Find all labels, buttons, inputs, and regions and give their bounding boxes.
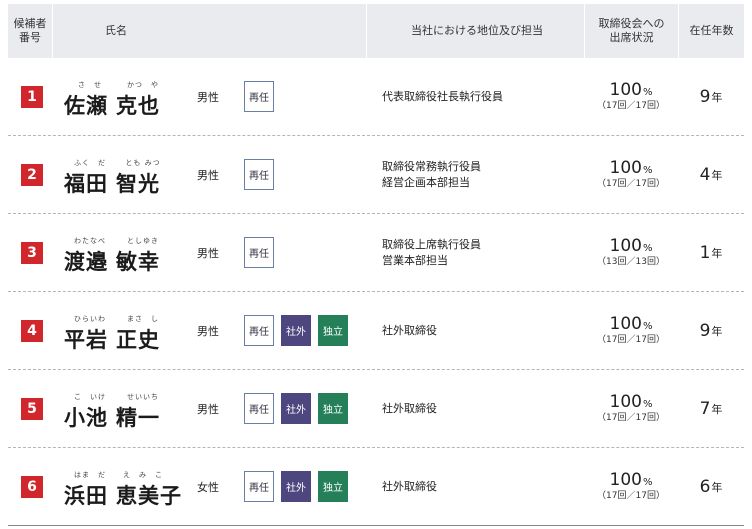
reelect-tag: 再任 [244, 471, 274, 502]
independent-tag: 独立 [318, 315, 348, 346]
outside-director-tag: 社外 [281, 315, 311, 346]
attendance-cell: 100% （17回／17回） [597, 470, 665, 501]
header-tenure: 在任年数 [678, 4, 744, 58]
attendance-cell: 100% （17回／17回） [597, 80, 665, 111]
table-row: 2 ふく だ とも みつ 福田 智光 男性 再任 取締役常務執行役員 経営企画本部… [8, 136, 744, 214]
reelect-tag: 再任 [244, 81, 274, 112]
candidates-table: 候補者 番号 氏名 当社における地位及び担当 取締役会への 出席状況 在任年数 1 … [8, 4, 744, 526]
independent-tag: 独立 [318, 471, 348, 502]
outside-director-tag: 社外 [281, 471, 311, 502]
gender: 男性 [197, 247, 219, 260]
furigana: さ せ かつ や [78, 81, 159, 89]
furigana: はま だ え み こ [74, 471, 163, 479]
reelect-tag: 再任 [244, 159, 274, 190]
tenure-cell: 4年 [699, 164, 723, 185]
candidate-number-badge: 2 [21, 163, 43, 186]
candidate-number-badge: 5 [21, 397, 43, 420]
position-cell: 代表取締役社長執行役員 [382, 89, 503, 103]
tenure-cell: 1年 [699, 242, 723, 263]
reelect-tag: 再任 [244, 393, 274, 424]
table-header: 候補者 番号 氏名 当社における地位及び担当 取締役会への 出席状況 在任年数 [8, 4, 744, 58]
attendance-cell: 100% （17回／17回） [597, 392, 665, 423]
table-row: 5 こ いけ せいいち 小池精一 男性 再任 社外 独立 社外取締役 100% [8, 370, 744, 448]
header-name: 氏名 [52, 4, 366, 58]
outside-director-tag: 社外 [281, 393, 311, 424]
position-cell: 社外取締役 [382, 479, 437, 493]
gender: 男性 [197, 91, 219, 104]
position-cell: 社外取締役 [382, 401, 437, 415]
table-row: 3 わたなべ としゆき 渡邉 敏幸 男性 再任 取締役上席執行役員 営業本部担当 … [8, 214, 744, 292]
candidate-name-cell: こ いけ せいいち 小池 精一 男性 再任 社外 独立 [52, 370, 366, 447]
table-row: 1 さ せ かつ や 佐瀬 克也 男性 再任 代表取締役社長執行役員 100% （… [8, 58, 744, 136]
candidate-name-cell: ひらいわ まさ し 平岩 正史 男性 再任 社外 独立 [52, 292, 366, 369]
candidate-name-cell: さ せ かつ や 佐瀬 克也 男性 再任 [52, 58, 366, 135]
gender: 男性 [197, 169, 219, 182]
gender: 男性 [197, 325, 219, 338]
candidate-name: 小池 精一 [64, 406, 160, 430]
gender: 女性 [197, 481, 219, 494]
candidate-name-cell: はま だ え み こ 浜田 恵美子 女性 再任 社外 独立 [52, 448, 366, 525]
candidate-number-badge: 4 [21, 319, 43, 342]
candidate-name: 浜田 恵美子 [64, 484, 182, 508]
candidate-number-badge: 3 [21, 241, 43, 264]
header-candidate-number: 候補者 番号 [13, 16, 47, 44]
furigana: こ いけ せいいち [74, 393, 159, 401]
independent-tag: 独立 [318, 393, 348, 424]
table-row: 6 はま だ え み こ 浜田恵美子 女性 再任 社外 独立 社外取締役 10 [8, 448, 744, 526]
candidate-name: 渡邉 敏幸 [64, 250, 160, 274]
position-cell: 取締役常務執行役員 経営企画本部担当 [382, 159, 481, 189]
header-position: 当社における地位及び担当 [366, 4, 584, 58]
table-row: 4 ひらいわ まさ し 平岩正史 男性 再任 社外 独立 社外取締役 100% [8, 292, 744, 370]
gender: 男性 [197, 403, 219, 416]
tenure-cell: 7年 [699, 398, 723, 419]
reelect-tag: 再任 [244, 237, 274, 268]
candidate-name-cell: わたなべ としゆき 渡邉 敏幸 男性 再任 [52, 214, 366, 291]
candidate-number-badge: 6 [21, 475, 43, 498]
furigana: ひらいわ まさ し [74, 315, 159, 323]
furigana: わたなべ としゆき [74, 237, 159, 245]
header-attendance: 取締役会への 出席状況 [584, 4, 678, 58]
reelect-tag: 再任 [244, 315, 274, 346]
candidate-number-badge: 1 [21, 85, 43, 108]
candidate-name: 福田 智光 [64, 172, 160, 196]
tenure-cell: 6年 [699, 476, 723, 497]
position-cell: 社外取締役 [382, 323, 437, 337]
attendance-cell: 100% （13回／13回） [597, 236, 665, 267]
attendance-cell: 100% （17回／17回） [597, 158, 665, 189]
candidate-name-cell: ふく だ とも みつ 福田 智光 男性 再任 [52, 136, 366, 213]
candidate-name: 平岩 正史 [64, 328, 160, 352]
furigana: ふく だ とも みつ [74, 159, 161, 167]
tenure-cell: 9年 [699, 86, 723, 107]
tenure-cell: 9年 [699, 320, 723, 341]
attendance-cell: 100% （17回／17回） [597, 314, 665, 345]
position-cell: 取締役上席執行役員 営業本部担当 [382, 237, 481, 267]
candidate-name: 佐瀬 克也 [64, 94, 160, 118]
